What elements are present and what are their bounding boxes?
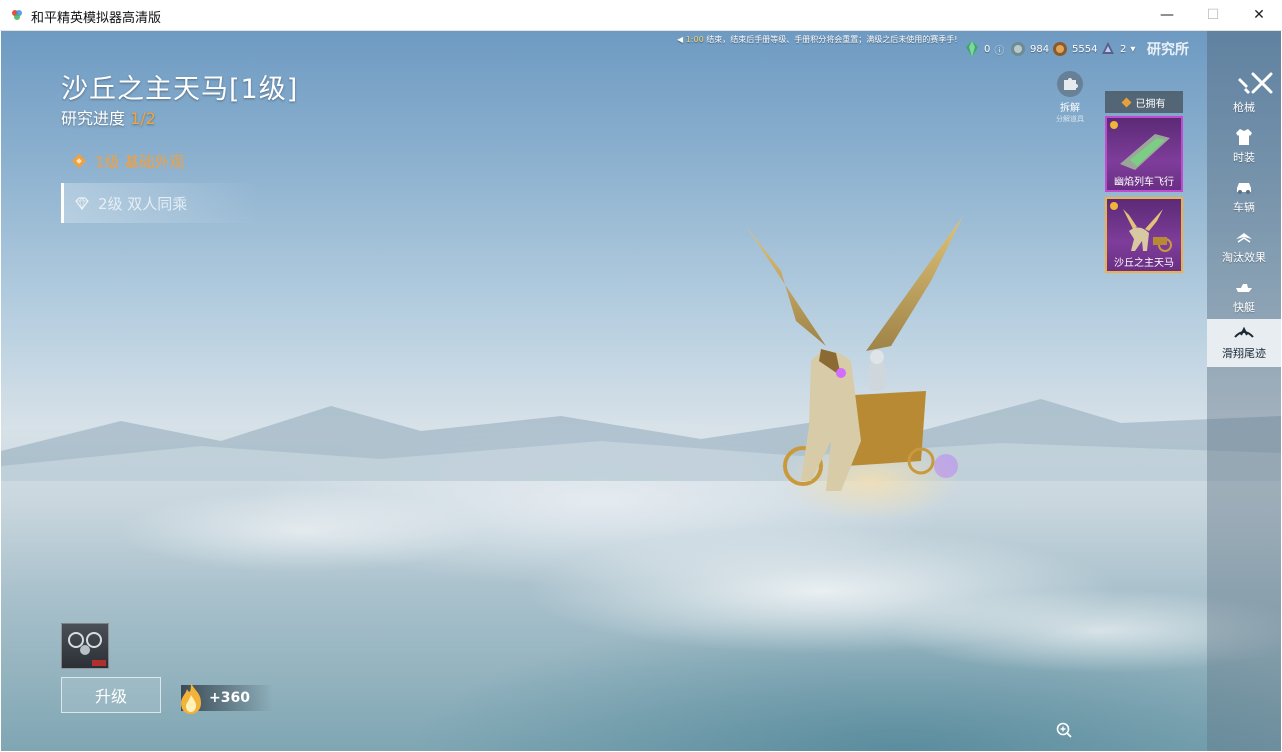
owned-item-card-selected[interactable]: 沙丘之主天马 (1105, 197, 1183, 273)
pegasus-chariot-illustration (746, 216, 963, 521)
currency-silver[interactable]: 984 (1009, 40, 1049, 58)
mountain-range (1, 399, 1281, 481)
sidebar-item-boats[interactable]: 快艇 (1207, 273, 1281, 321)
owned-dot-icon (1121, 97, 1131, 107)
currency-ticket[interactable]: 2 ▾ (1099, 40, 1135, 58)
flame-icon (181, 683, 201, 714)
owned-tag-label: 已拥有 (1135, 98, 1166, 110)
progress-value: 1/2 (130, 109, 156, 128)
maximize-button[interactable]: ☐ (1190, 0, 1236, 30)
zoom-in-icon[interactable] (1055, 721, 1073, 739)
speaker-icon: ◀ (677, 35, 684, 44)
level-1-label: 1级 基础外观 (95, 152, 185, 171)
progress-label: 研究进度 (61, 109, 126, 128)
close-window-button[interactable]: ✕ (1236, 0, 1282, 30)
currency-ticket-value: 2 (1120, 43, 1127, 55)
owned-item-name: 沙丘之主天马 (1114, 258, 1174, 269)
points-reward: +360 (181, 683, 273, 714)
preview-thumbnail[interactable] (61, 623, 109, 669)
sidebar-item-label: 时装 (1233, 151, 1255, 164)
silver-coin-icon (1011, 42, 1025, 56)
window-title: 和平精英模拟器高清版 (31, 11, 162, 26)
sidebar-item-vehicles[interactable]: 车辆 (1207, 173, 1281, 221)
locked-gem-icon (75, 197, 89, 211)
dismantle-sub: 分解道具 (1056, 115, 1084, 123)
elimination-icon (1207, 227, 1281, 247)
green-gem-icon (966, 41, 978, 57)
boat-icon (1207, 277, 1281, 297)
sidebar-item-glider-trail[interactable]: 滑翔尾迹 (1207, 319, 1281, 367)
ghost-train-glider-icon (1120, 134, 1170, 170)
drone-icon (68, 632, 106, 666)
sidebar-item-outfits[interactable]: 时装 (1207, 123, 1281, 171)
currency-silver-value: 984 (1030, 43, 1050, 55)
dismantle-label: 拆解 (1060, 103, 1080, 114)
pegasus-chariot-icon (1123, 209, 1172, 252)
sidebar-item-label: 枪械 (1233, 101, 1255, 114)
item-title: 沙丘之主天马[1级] (61, 74, 299, 105)
car-icon (1207, 177, 1281, 197)
dismantle-button[interactable]: 拆解 分解道具 (1047, 71, 1093, 124)
points-value: +360 (209, 690, 250, 706)
owned-item-card[interactable]: 幽焰列车飞行 (1105, 116, 1183, 192)
notice-time: 1:00 (685, 35, 704, 44)
lab-title: 研究所 (1147, 42, 1189, 58)
notice-text: 结束，结束后手册等级、手册积分将会重置；满级之后未使用的赛季手! (706, 35, 958, 44)
ticket-icon (1102, 42, 1114, 54)
game-viewport: 沙丘之主天马[1级] 研究进度 1/2 1级 基础外观 2级 双人同乘 ◀ 1:… (1, 31, 1281, 751)
minimize-button[interactable]: — (1144, 0, 1190, 30)
window-titlebar: 和平精英模拟器高清版 — ☐ ✕ (0, 0, 1282, 31)
currency-gold-value: 5554 (1072, 43, 1098, 55)
sidebar-item-label: 车辆 (1233, 201, 1255, 214)
level-2-item[interactable]: 2级 双人同乘 (61, 183, 261, 223)
sidebar-item-elimination[interactable]: 淘汰效果 (1207, 223, 1281, 271)
info-icon: ⓘ (994, 45, 1005, 57)
scrolling-notice: ◀ 1:00 结束，结束后手册等级、手册积分将会重置；满级之后未使用的赛季手! (677, 34, 957, 45)
research-progress: 研究进度 1/2 (61, 105, 156, 129)
gun-icon (1207, 77, 1281, 97)
currency-green-value: 0 (984, 43, 991, 55)
currency-green[interactable]: 0 ⓘ (963, 40, 1004, 58)
currency-gold[interactable]: 5554 (1051, 40, 1097, 58)
sidebar-item-label: 滑翔尾迹 (1222, 347, 1266, 360)
dropdown-icon: ▾ (1130, 43, 1136, 55)
owned-item-name: 幽焰列车飞行 (1114, 177, 1174, 188)
sidebar-item-guns[interactable]: 枪械 (1207, 73, 1281, 121)
outfit-icon (1207, 127, 1281, 147)
level-1-item[interactable]: 1级 基础外观 (61, 141, 261, 181)
sidebar-item-label: 淘汰效果 (1222, 251, 1266, 264)
gold-coin-icon (1053, 42, 1067, 56)
owned-tag: 已拥有 (1105, 91, 1183, 113)
level-2-label: 2级 双人同乘 (98, 194, 188, 213)
sidebar-item-label: 快艇 (1233, 301, 1255, 314)
level-gem-icon (71, 153, 87, 169)
glider-trail-icon (1207, 323, 1281, 343)
upgrade-button[interactable]: 升级 (61, 677, 161, 713)
puzzle-icon (1057, 71, 1083, 97)
app-logo-icon (12, 10, 22, 20)
